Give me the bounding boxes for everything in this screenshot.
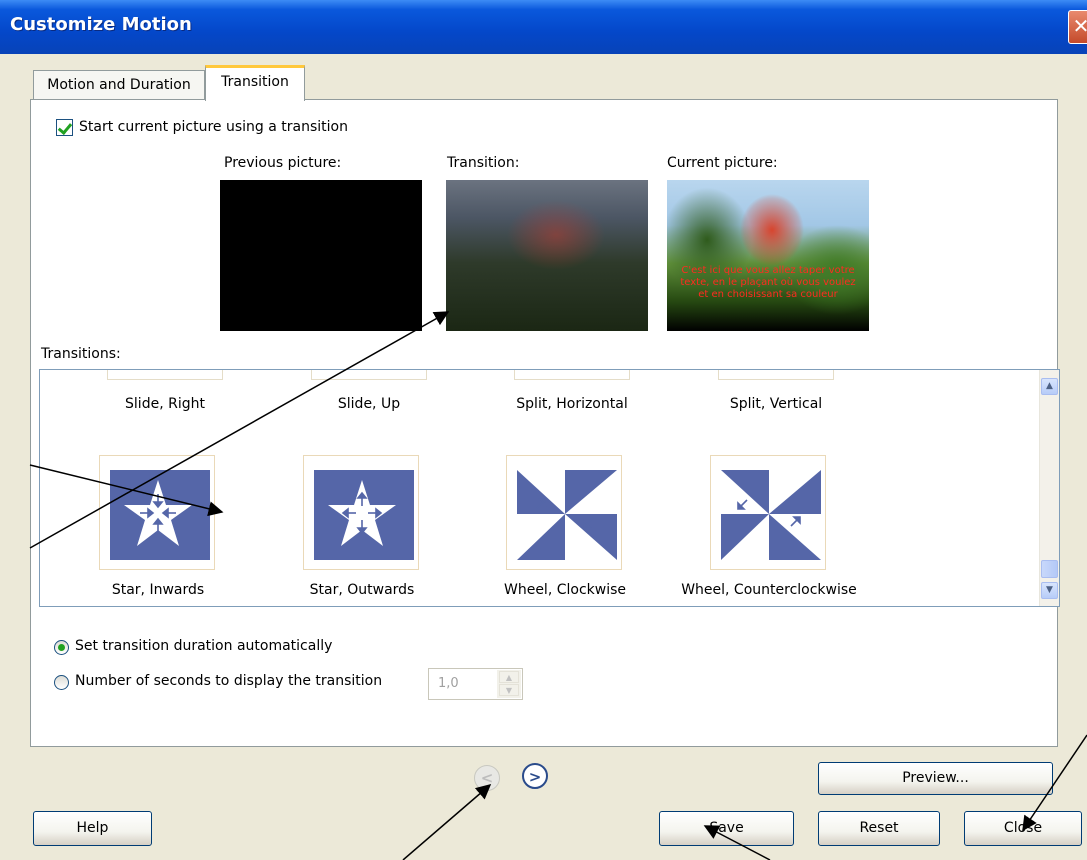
wheel-clockwise-icon[interactable] — [506, 455, 622, 570]
customize-motion-dialog: Customize Motion ✕ Motion and Duration T… — [0, 0, 1087, 860]
star-outwards-icon[interactable] — [303, 455, 419, 570]
next-picture-icon[interactable]: > — [522, 763, 548, 789]
help-button[interactable]: Help — [33, 811, 152, 846]
scroll-up-icon[interactable]: ▲ — [1041, 378, 1058, 395]
start-transition-label[interactable]: Start current picture using a transition — [79, 119, 348, 135]
transition-label-slide-right[interactable]: Slide, Right — [55, 396, 275, 412]
seconds-spinner[interactable]: ▲ ▼ — [497, 670, 521, 698]
transition-label-star-outwards[interactable]: Star, Outwards — [252, 582, 472, 598]
slide-right-thumbnail[interactable] — [107, 370, 223, 380]
seconds-value: 1,0 — [438, 676, 459, 691]
close-button[interactable]: Close — [964, 811, 1082, 846]
previous-picture-label: Previous picture: — [224, 155, 342, 171]
transition-label-wheel-counterclockwise[interactable]: Wheel, Counterclockwise — [659, 582, 879, 598]
transition-label-wheel-clockwise[interactable]: Wheel, Clockwise — [455, 582, 675, 598]
save-button[interactable]: Save — [659, 811, 794, 846]
annotation-arrow — [402, 784, 492, 860]
transition-label-star-inwards[interactable]: Star, Inwards — [48, 582, 268, 598]
seconds-input[interactable]: 1,0 ▲ ▼ — [428, 668, 523, 700]
scroll-down-icon[interactable]: ▼ — [1041, 582, 1058, 599]
transition-preview-thumbnail — [446, 180, 648, 331]
transition-label-split-vertical[interactable]: Split, Vertical — [666, 396, 886, 412]
previous-picture-icon[interactable]: < — [474, 765, 500, 791]
preview-button[interactable]: Preview... — [818, 762, 1053, 795]
start-transition-checkbox[interactable] — [56, 119, 73, 136]
transition-label-split-horizontal[interactable]: Split, Horizontal — [462, 396, 682, 412]
transitions-scrollbar[interactable]: ▲ ▼ — [1039, 370, 1059, 606]
split-vertical-thumbnail[interactable] — [718, 370, 834, 380]
seconds-duration-radio[interactable] — [54, 675, 69, 690]
spin-up-icon[interactable]: ▲ — [499, 671, 519, 683]
wheel-counterclockwise-icon[interactable] — [710, 455, 826, 570]
spin-down-icon[interactable]: ▼ — [499, 684, 519, 696]
split-horizontal-thumbnail[interactable] — [514, 370, 630, 380]
window-title: Customize Motion — [10, 14, 192, 35]
auto-duration-radio[interactable] — [54, 640, 69, 655]
transitions-label: Transitions: — [41, 346, 121, 362]
title-bar: Customize Motion ✕ — [0, 0, 1087, 54]
transition-preview-label: Transition: — [447, 155, 520, 171]
window-close-icon[interactable]: ✕ — [1068, 10, 1087, 44]
tab-motion-and-duration[interactable]: Motion and Duration — [33, 70, 205, 100]
previous-picture-thumbnail — [220, 180, 422, 331]
auto-duration-label[interactable]: Set transition duration automatically — [75, 638, 332, 654]
slide-up-thumbnail[interactable] — [311, 370, 427, 380]
tab-transition[interactable]: Transition — [205, 65, 305, 101]
current-picture-caption: C'est ici que vous allez taper votre tex… — [680, 265, 856, 300]
transition-label-slide-up[interactable]: Slide, Up — [259, 396, 479, 412]
transitions-list[interactable]: Slide, Right Slide, Up Split, Horizontal… — [39, 369, 1060, 607]
current-picture-label: Current picture: — [667, 155, 778, 171]
current-picture-thumbnail: C'est ici que vous allez taper votre tex… — [667, 180, 869, 331]
star-inwards-icon[interactable] — [99, 455, 215, 570]
reset-button[interactable]: Reset — [818, 811, 940, 846]
scroll-thumb[interactable] — [1041, 560, 1058, 578]
transition-tab-panel: Start current picture using a transition… — [30, 99, 1060, 747]
seconds-duration-label[interactable]: Number of seconds to display the transit… — [75, 673, 382, 689]
